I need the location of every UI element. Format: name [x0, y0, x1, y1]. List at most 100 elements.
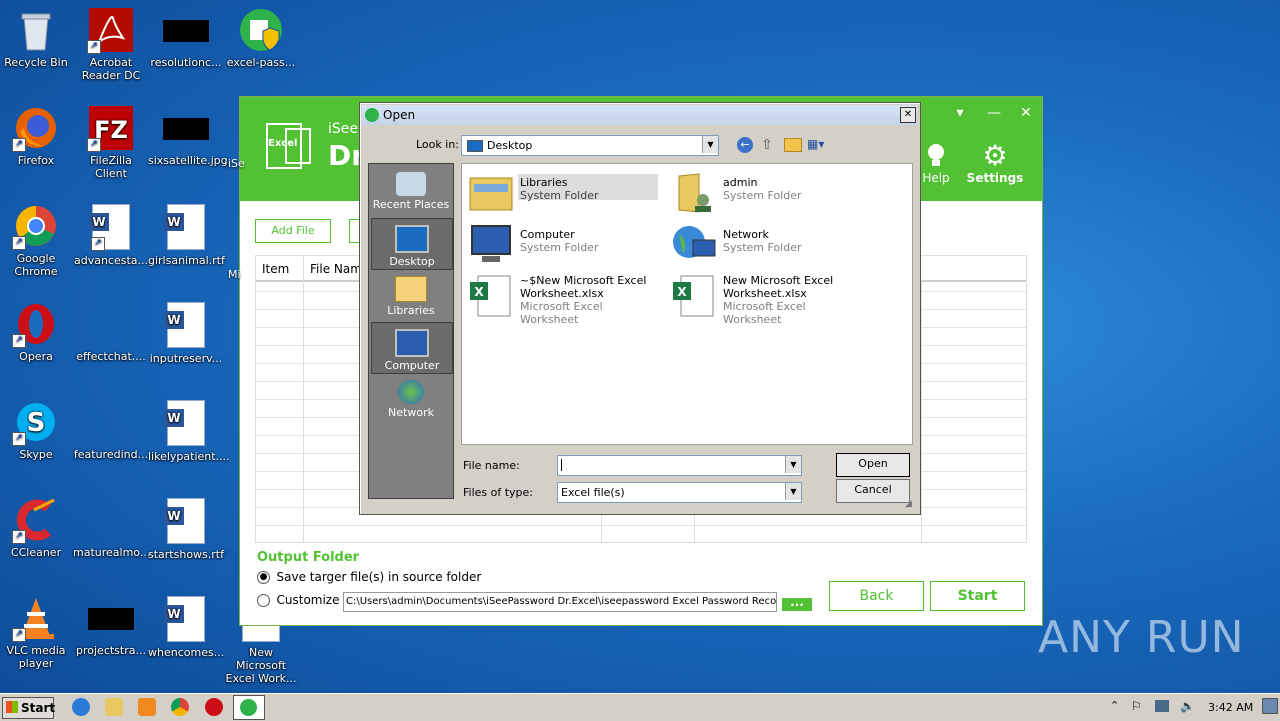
desktop-icon-skype[interactable]: S ↗ Skype: [0, 400, 74, 461]
excel-file-icon: X: [671, 274, 717, 318]
partial-desktop-label: iSe: [228, 157, 245, 170]
help-button[interactable]: Help: [916, 141, 956, 193]
browse-button[interactable]: ...: [782, 596, 812, 611]
desktop-icon-excel-pass[interactable]: excel-pass...: [223, 8, 299, 69]
desktop-icon-recycle-bin[interactable]: Recycle Bin: [0, 8, 74, 69]
desktop-icon-featuredind[interactable]: featuredind...: [73, 400, 149, 461]
desktop-icon-startshows[interactable]: startshows.rtf: [148, 498, 224, 561]
desktop-icon: [395, 225, 429, 253]
place-libraries[interactable]: Libraries: [371, 270, 451, 320]
resize-grip-icon[interactable]: ◢: [905, 499, 912, 509]
back-arrow-icon[interactable]: ←: [737, 137, 753, 153]
file-item-admin[interactable]: admin System Folder: [671, 170, 866, 214]
blank-file-icon: [89, 400, 133, 444]
desktop-icon-resolutionc[interactable]: resolutionc...: [148, 8, 224, 69]
dialog-close-button[interactable]: ✕: [900, 107, 916, 123]
desktop-icon-likelypatient[interactable]: likelypatient....: [148, 400, 230, 463]
place-computer[interactable]: Computer: [371, 322, 453, 374]
chevron-down-icon: ▼: [785, 456, 801, 473]
place-network[interactable]: Network: [371, 374, 451, 424]
cancel-button[interactable]: Cancel: [836, 479, 910, 503]
radio-source-folder[interactable]: ● Save targer file(s) in source folder: [257, 570, 481, 584]
desktop-icon-filezilla[interactable]: FZ ↗ FileZilla Client: [73, 106, 149, 180]
start-button[interactable]: Start: [930, 581, 1025, 611]
start-button[interactable]: Start: [2, 697, 55, 719]
file-item-libraries[interactable]: Libraries System Folder: [468, 170, 663, 214]
chrome-icon[interactable]: [171, 698, 189, 716]
file-item-network[interactable]: Network System Folder: [671, 222, 866, 266]
desktop-icon-projectstra[interactable]: projectstra...: [73, 596, 149, 657]
ie-icon[interactable]: [72, 698, 90, 716]
column-item[interactable]: Item: [262, 262, 289, 276]
desktop-icon-advancesta[interactable]: ↗ advancesta...: [73, 204, 149, 267]
minimize-button[interactable]: —: [984, 105, 1004, 121]
flag-icon[interactable]: ⚐: [1131, 699, 1142, 713]
desktop-icon-whencomes[interactable]: whencomes...: [148, 596, 224, 659]
close-button[interactable]: ✕: [1016, 105, 1036, 121]
up-folder-icon[interactable]: ⇧: [761, 137, 773, 153]
radio-selected-icon: ●: [257, 570, 270, 584]
add-file-button[interactable]: Add File: [255, 219, 331, 243]
word-document-icon: [164, 400, 205, 446]
file-name-input[interactable]: ▼: [557, 455, 802, 476]
file-item-temp-excel[interactable]: X ~$New Microsoft Excel Worksheet.xlsx Mi…: [468, 274, 663, 326]
desktop-icon-sixsatellite[interactable]: sixsatellite.jpg: [148, 106, 228, 167]
network-globe-icon: [398, 380, 424, 404]
gear-icon: ⚙: [982, 139, 1008, 172]
back-button[interactable]: Back: [829, 581, 924, 611]
files-of-type-select[interactable]: Excel file(s) ▼: [557, 482, 802, 503]
opera-icon[interactable]: [205, 698, 223, 716]
taskbar-active-app[interactable]: [233, 695, 265, 720]
dropdown-icon[interactable]: ▾: [950, 105, 970, 121]
desktop-icon-opera[interactable]: ↗ Opera: [0, 302, 74, 363]
desktop-icon-maturealmo[interactable]: maturealmo...: [73, 498, 150, 559]
settings-button[interactable]: ⚙ Settings: [965, 141, 1025, 193]
show-hidden-icons-icon[interactable]: ⌃: [1110, 699, 1119, 712]
blank-file-icon: [89, 302, 133, 346]
dialog-title: Open: [383, 108, 416, 122]
word-document-icon: [164, 204, 205, 250]
image-thumbnail-icon: [163, 118, 209, 140]
look-in-select[interactable]: Desktop ▼: [461, 135, 719, 156]
word-document-icon: ↗: [89, 204, 130, 251]
view-menu-icon[interactable]: ▦▾: [807, 137, 829, 151]
show-desktop-button[interactable]: [1262, 698, 1278, 714]
radio-unselected-icon: [257, 593, 270, 607]
desktop-icon-chrome[interactable]: ↗ Google Chrome: [0, 204, 74, 278]
word-document-icon: [164, 302, 205, 348]
desktop-icon-firefox[interactable]: ↗ Firefox: [0, 106, 74, 167]
acrobat-icon: ↗: [87, 8, 133, 54]
app-brand: iSee: [328, 121, 359, 137]
image-thumbnail-icon: [163, 20, 209, 42]
desktop-icon-ccleaner[interactable]: ↗ CCleaner: [0, 498, 74, 559]
file-item-new-excel[interactable]: X New Microsoft Excel Worksheet.xlsx Micr…: [671, 274, 866, 326]
desktop-icon-effectchat[interactable]: effectchat....: [73, 302, 149, 363]
output-path-field[interactable]: C:\Users\admin\Documents\iSeePassword Dr…: [343, 592, 777, 612]
dialog-title-bar: Open ✕: [362, 105, 917, 125]
place-desktop[interactable]: Desktop: [371, 218, 453, 270]
network-tray-icon[interactable]: [1155, 700, 1169, 712]
svg-text:S: S: [27, 408, 46, 438]
media-player-icon[interactable]: [138, 698, 156, 716]
desktop-icon-acrobat[interactable]: ↗ Acrobat Reader DC: [73, 8, 149, 82]
desktop-icon-inputreserv[interactable]: inputreserv...: [148, 302, 224, 365]
column-file-name[interactable]: File Nam: [310, 262, 362, 276]
clock[interactable]: 3:42 AM: [1208, 701, 1253, 714]
new-folder-icon[interactable]: [784, 138, 802, 152]
place-recent-places[interactable]: Recent Places: [371, 166, 451, 216]
computer-icon: [395, 329, 429, 357]
open-button[interactable]: Open: [836, 453, 910, 477]
volume-icon[interactable]: 🔈: [1180, 699, 1195, 713]
radio-customize[interactable]: Customize: [257, 593, 340, 607]
table-column-divider: [601, 512, 602, 542]
explorer-folder-icon[interactable]: [105, 698, 123, 716]
look-in-label: Look in:: [416, 138, 459, 151]
opera-icon: ↗: [12, 302, 58, 348]
ccleaner-icon: ↗: [12, 498, 58, 544]
svg-text:X: X: [474, 285, 484, 299]
desktop-icon-vlc[interactable]: ↗ VLC media player: [0, 596, 74, 670]
file-item-computer[interactable]: Computer System Folder: [468, 222, 663, 266]
desktop-icon-girlsanimal[interactable]: girlsanimal.rtf: [148, 204, 225, 267]
word-document-icon: [164, 596, 205, 642]
app-small-icon: [365, 108, 379, 122]
